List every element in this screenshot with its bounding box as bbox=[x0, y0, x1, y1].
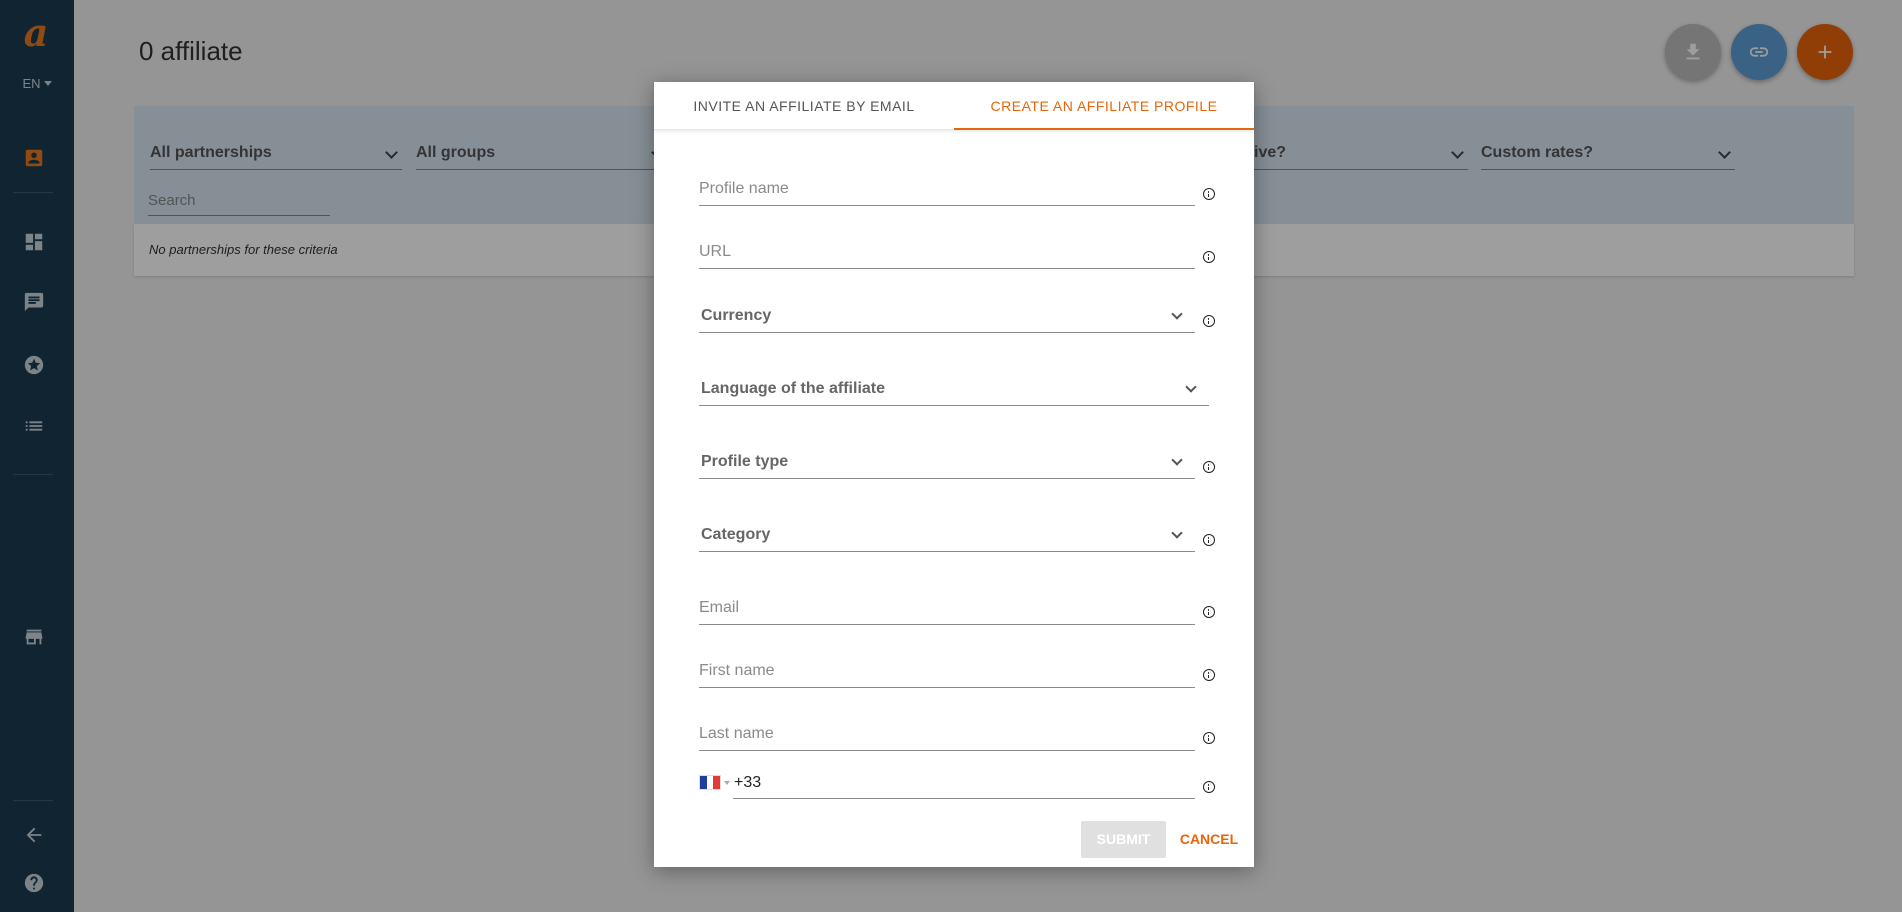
dialog-tabs: INVITE AN AFFILIATE BY EMAIL CREATE AN A… bbox=[654, 82, 1254, 130]
info-icon[interactable] bbox=[1203, 606, 1215, 618]
category-label: Category bbox=[701, 526, 771, 543]
chevron-down-icon bbox=[1171, 454, 1183, 466]
cancel-button[interactable]: CANCEL bbox=[1174, 821, 1244, 858]
profile-name-label: Profile name bbox=[699, 180, 789, 197]
info-icon[interactable] bbox=[1203, 534, 1215, 546]
language-label: Language of the affiliate bbox=[701, 380, 886, 397]
profile-type-select[interactable]: Profile type bbox=[699, 443, 1195, 479]
currency-select[interactable]: Currency bbox=[699, 297, 1195, 333]
category-select[interactable]: Category bbox=[699, 516, 1195, 552]
url-field[interactable]: URL bbox=[699, 233, 1195, 269]
first-name-label: First name bbox=[699, 662, 775, 679]
currency-label: Currency bbox=[701, 307, 772, 324]
last-name-field[interactable]: Last name bbox=[699, 715, 1195, 751]
chevron-down-icon bbox=[1171, 308, 1183, 320]
info-icon[interactable] bbox=[1203, 315, 1215, 327]
url-label: URL bbox=[699, 243, 732, 260]
last-name-label: Last name bbox=[699, 725, 774, 742]
chevron-down-icon bbox=[1185, 381, 1197, 393]
info-icon[interactable] bbox=[1203, 188, 1215, 200]
caret-down-icon bbox=[724, 781, 730, 785]
tab-invite-by-email[interactable]: INVITE AN AFFILIATE BY EMAIL bbox=[654, 82, 954, 130]
info-icon[interactable] bbox=[1203, 781, 1215, 793]
tab-create-affiliate-profile[interactable]: CREATE AN AFFILIATE PROFILE bbox=[954, 82, 1254, 130]
language-select[interactable]: Language of the affiliate bbox=[699, 370, 1209, 406]
first-name-field[interactable]: First name bbox=[699, 652, 1195, 688]
submit-button[interactable]: SUBMIT bbox=[1081, 821, 1166, 858]
create-affiliate-dialog: INVITE AN AFFILIATE BY EMAIL CREATE AN A… bbox=[654, 82, 1254, 867]
phone-code: +33 bbox=[734, 774, 762, 791]
email-field[interactable]: Email bbox=[699, 589, 1195, 625]
info-icon[interactable] bbox=[1203, 251, 1215, 263]
profile-name-field[interactable]: Profile name bbox=[699, 170, 1195, 206]
profile-type-label: Profile type bbox=[701, 453, 789, 470]
phone-input[interactable]: +33 bbox=[733, 767, 1195, 799]
email-label: Email bbox=[699, 599, 740, 616]
france-flag-icon[interactable] bbox=[699, 775, 721, 790]
info-icon[interactable] bbox=[1203, 461, 1215, 473]
info-icon[interactable] bbox=[1203, 669, 1215, 681]
info-icon[interactable] bbox=[1203, 732, 1215, 744]
chevron-down-icon bbox=[1171, 527, 1183, 539]
